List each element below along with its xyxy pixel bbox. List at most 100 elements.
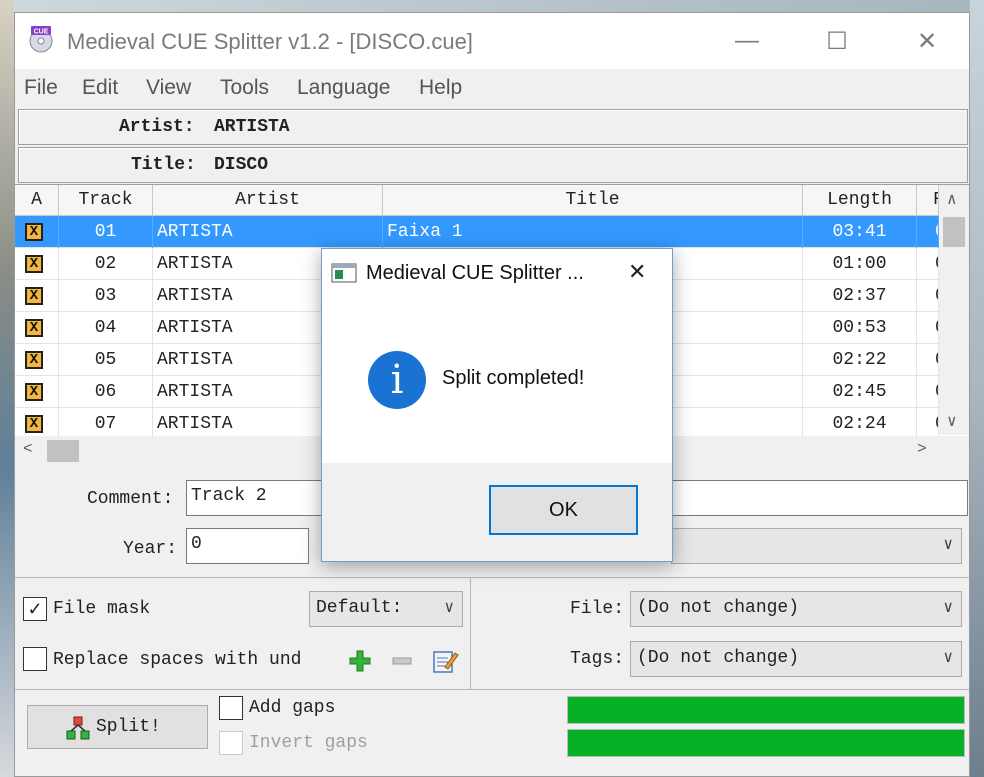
col-header-title[interactable]: Title	[383, 185, 803, 216]
window-icon	[331, 263, 357, 283]
file-mask-preset-value: Default:	[316, 598, 403, 618]
col-header-extra[interactable]: F	[917, 185, 939, 216]
maximize-button[interactable]: ☐	[797, 13, 877, 69]
track-enabled-checkbox[interactable]: X	[25, 383, 43, 401]
progress-bar-total	[567, 729, 965, 757]
track-enabled-checkbox[interactable]: X	[25, 415, 43, 433]
vertical-scroll-thumb[interactable]	[943, 217, 965, 247]
menu-file[interactable]: File	[24, 76, 58, 100]
row-enabled-cell[interactable]: X	[15, 248, 59, 280]
cell-length: 02:22	[803, 344, 917, 376]
table-row[interactable]: X 01ARTISTAFaixa 103:410	[15, 216, 939, 248]
row-enabled-cell[interactable]: X	[15, 376, 59, 408]
remove-icon[interactable]	[391, 653, 413, 669]
row-enabled-cell[interactable]: X	[15, 216, 59, 248]
cell-artist: ARTISTA	[153, 216, 383, 248]
album-title-label: Title:	[131, 155, 196, 175]
cell-length: 02:45	[803, 376, 917, 408]
cell-length: 03:41	[803, 216, 917, 248]
window-title: Medieval CUE Splitter v1.2 - [DISCO.cue]	[67, 29, 473, 54]
row-enabled-cell[interactable]: X	[15, 280, 59, 312]
track-enabled-checkbox[interactable]: X	[25, 287, 43, 305]
cell-length: 00:53	[803, 312, 917, 344]
cd-app-icon: CUE	[29, 26, 53, 53]
title-bar: CUE Medieval CUE Splitter v1.2 - [DISCO.…	[15, 13, 969, 69]
progress-bar-total-fill	[568, 730, 964, 756]
chevron-down-icon: ∨	[943, 536, 953, 554]
album-artist-value: ARTISTA	[214, 117, 290, 137]
cell-length: 02:37	[803, 280, 917, 312]
close-icon: ✕	[916, 27, 938, 55]
track-enabled-checkbox[interactable]: X	[25, 319, 43, 337]
file-mask-checkbox[interactable]: ✓	[23, 597, 47, 621]
album-title-row: Title: DISCO	[18, 147, 968, 183]
cell-track: 01	[59, 216, 153, 248]
chevron-down-icon: ∨	[943, 599, 953, 617]
cell-extra: 0	[917, 312, 939, 344]
replace-spaces-checkbox[interactable]	[23, 647, 47, 671]
close-button[interactable]: ✕	[887, 13, 967, 69]
genre-dropdown[interactable]: ∨	[671, 528, 962, 564]
add-gaps-checkbox[interactable]	[219, 696, 243, 720]
cell-extra: 0	[917, 280, 939, 312]
year-input[interactable]: 0	[186, 528, 309, 564]
track-enabled-checkbox[interactable]: X	[25, 351, 43, 369]
row-enabled-cell[interactable]: X	[15, 312, 59, 344]
menu-tools[interactable]: Tools	[220, 76, 269, 100]
separator	[15, 689, 969, 690]
file-mask-preset-dropdown[interactable]: Default: ∨	[309, 591, 463, 627]
dialog-title-bar: Medieval CUE Splitter ... ✕	[322, 249, 672, 299]
tags-case-value: (Do not change)	[637, 648, 800, 668]
cell-track: 04	[59, 312, 153, 344]
separator	[470, 577, 471, 689]
dialog-close-icon[interactable]: ✕	[628, 259, 646, 285]
file-case-value: (Do not change)	[637, 598, 800, 618]
edit-icon[interactable]	[431, 647, 459, 675]
replace-spaces-label: Replace spaces with und	[53, 650, 302, 670]
split-button[interactable]: Split!	[27, 705, 208, 749]
cell-track: 02	[59, 248, 153, 280]
scroll-right-icon[interactable]: >	[917, 440, 927, 458]
scroll-left-icon[interactable]: <	[23, 440, 33, 458]
col-header-artist[interactable]: Artist	[153, 185, 383, 216]
invert-gaps-label: Invert gaps	[249, 733, 368, 753]
cell-extra: 0	[917, 376, 939, 408]
maximize-icon: ☐	[826, 27, 848, 55]
split-icon	[66, 716, 90, 740]
add-icon[interactable]	[348, 649, 372, 673]
tags-case-dropdown[interactable]: (Do not change) ∨	[630, 641, 962, 677]
track-enabled-checkbox[interactable]: X	[25, 223, 43, 241]
col-header-track[interactable]: Track	[59, 185, 153, 216]
chevron-down-icon: ∨	[444, 599, 454, 617]
minimize-button[interactable]: —	[707, 13, 787, 69]
cell-length: 01:00	[803, 248, 917, 280]
horizontal-scroll-thumb[interactable]	[47, 440, 79, 462]
cell-extra: 0	[917, 248, 939, 280]
cell-track: 05	[59, 344, 153, 376]
menu-help[interactable]: Help	[419, 76, 462, 100]
track-enabled-checkbox[interactable]: X	[25, 255, 43, 273]
row-enabled-cell[interactable]: X	[15, 344, 59, 376]
desktop-background-left	[0, 0, 14, 777]
file-case-dropdown[interactable]: (Do not change) ∨	[630, 591, 962, 627]
comment-label: Comment:	[87, 489, 174, 509]
col-header-a[interactable]: A	[15, 185, 59, 216]
menu-language[interactable]: Language	[297, 76, 390, 100]
dialog-title: Medieval CUE Splitter ...	[366, 262, 584, 284]
menu-view[interactable]: View	[146, 76, 191, 100]
invert-gaps-checkbox[interactable]	[219, 731, 243, 755]
cell-extra: 0	[917, 344, 939, 376]
menu-edit[interactable]: Edit	[82, 76, 118, 100]
chevron-down-icon: ∨	[943, 649, 953, 667]
desktop-background-right	[970, 0, 984, 777]
ok-button[interactable]: OK	[489, 485, 638, 535]
dialog-body: i Split completed!	[322, 299, 672, 463]
scroll-down-icon[interactable]: ∨	[947, 411, 957, 431]
scroll-up-icon[interactable]: ∧	[947, 189, 957, 209]
file-mask-label: File mask	[53, 599, 151, 619]
split-completed-dialog: Medieval CUE Splitter ... ✕ i Split comp…	[321, 248, 673, 562]
year-label: Year:	[123, 539, 178, 559]
file-label: File:	[570, 599, 625, 619]
vertical-scrollbar[interactable]: ∧ ∨	[939, 185, 969, 435]
col-header-length[interactable]: Length	[803, 185, 917, 216]
